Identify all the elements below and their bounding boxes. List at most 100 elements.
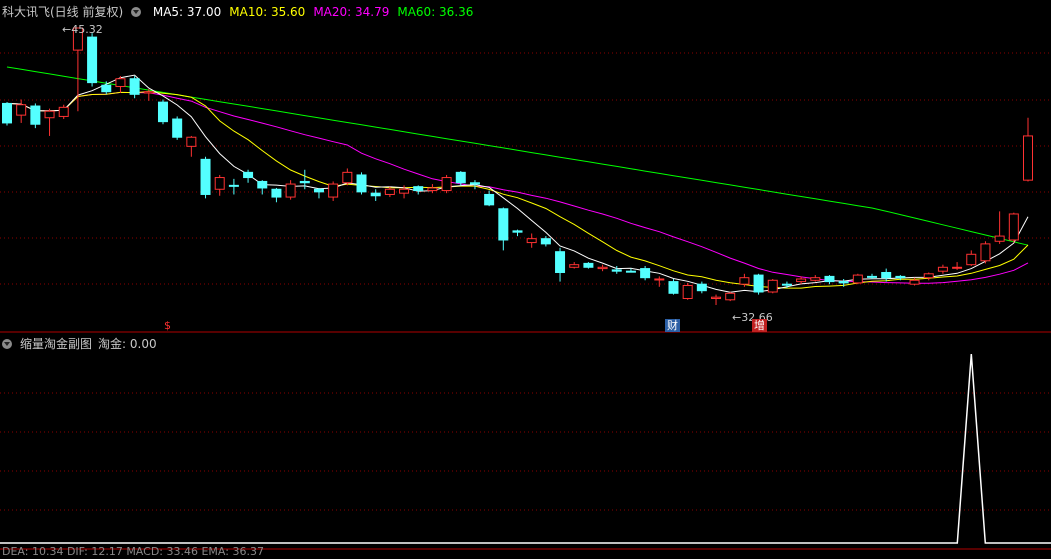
candle	[313, 187, 324, 199]
dropdown-circle-icon[interactable]	[2, 339, 12, 349]
candle	[852, 273, 863, 285]
bottom-indicator-strip: DEA: 10.34 DIF: 12.17 MACD: 33.46 EMA: 3…	[2, 545, 272, 559]
candle-body	[370, 192, 381, 197]
candle-body	[87, 36, 98, 84]
candle-body	[441, 177, 452, 192]
high-price-label: ←45.32	[62, 23, 103, 36]
candle	[810, 275, 821, 282]
candle-body	[526, 238, 537, 244]
candle	[157, 99, 168, 125]
candle	[498, 207, 509, 251]
candle-body	[796, 278, 807, 283]
candle	[455, 171, 466, 186]
candle	[271, 187, 282, 203]
candle-body	[1023, 135, 1033, 181]
candle	[1008, 212, 1019, 243]
ma-legend-items: MA5: 37.00 MA10: 35.60 MA20: 34.79 MA60: 36…	[153, 5, 482, 19]
ma-legend-item: MA20: 34.79	[313, 5, 390, 19]
candle-body	[356, 174, 367, 193]
candle-body	[243, 171, 254, 179]
candle	[441, 174, 452, 194]
arrow-left-icon: ←	[62, 23, 72, 36]
candle-body	[129, 78, 140, 95]
candle-body	[682, 284, 693, 299]
candle	[597, 264, 608, 272]
candle	[753, 273, 764, 295]
candle	[640, 265, 651, 281]
candle-body	[611, 269, 622, 272]
ma-legend-item: MA10: 35.60	[229, 5, 306, 19]
main-legend: 科大讯飞(日线 前复权) MA5: 37.00 MA10: 35.60 MA20: …	[2, 5, 489, 19]
candle	[966, 250, 977, 266]
candle-body	[427, 187, 438, 192]
candle	[172, 116, 183, 140]
candle-body	[342, 171, 353, 184]
candle	[2, 102, 12, 126]
candle	[668, 278, 679, 295]
sub-value: 淘金: 0.00	[98, 337, 157, 351]
ma60-line	[6, 66, 1029, 246]
candle-body	[980, 243, 991, 262]
candle-body	[2, 102, 12, 124]
candle-body	[157, 101, 168, 123]
candle-body	[767, 279, 778, 293]
ma-legend-item: MA60: 36.36	[397, 5, 474, 19]
candle-body	[569, 264, 580, 268]
candle	[214, 174, 225, 196]
candle-body	[881, 271, 892, 279]
candle-body	[228, 184, 239, 187]
dropdown-circle-icon[interactable]	[131, 7, 142, 17]
candle	[342, 168, 353, 186]
candle-body	[44, 110, 55, 119]
candle	[200, 156, 211, 199]
event-tag-financial[interactable]: 财	[665, 319, 680, 332]
candle-body	[867, 275, 878, 278]
ma-legend-item: MA5: 37.00	[152, 5, 222, 19]
candle	[682, 282, 693, 300]
candle	[569, 262, 580, 269]
candle-body	[313, 188, 324, 193]
candle	[427, 184, 438, 194]
chart-canvas[interactable]	[0, 0, 1051, 552]
candle-body	[30, 105, 41, 125]
candle	[16, 99, 27, 123]
candle	[328, 181, 339, 201]
sub-legend: 缩量淘金副图 淘金: 0.00	[2, 337, 165, 351]
candle-body	[455, 171, 466, 184]
candle-body	[654, 278, 665, 281]
candle	[228, 178, 239, 195]
candle-body	[498, 208, 509, 241]
candle-body	[214, 177, 225, 190]
candle-body	[271, 188, 282, 198]
candle-body	[172, 118, 183, 138]
candlestick-series[interactable]	[2, 27, 1033, 305]
high-price-value: 45.32	[71, 23, 103, 36]
candle-body	[725, 292, 736, 301]
candle	[243, 169, 254, 183]
candle	[257, 180, 268, 195]
candle	[356, 172, 367, 195]
candle	[526, 233, 537, 248]
candle	[583, 262, 594, 269]
candle	[285, 180, 296, 200]
candle-body	[852, 274, 863, 284]
taojin-line	[0, 353, 1051, 544]
event-tag-increase[interactable]: 增	[752, 319, 767, 332]
candle-body	[186, 136, 197, 147]
candle	[540, 236, 551, 247]
candle-body	[824, 275, 835, 283]
candle-body	[739, 277, 750, 285]
candle-body	[512, 230, 523, 233]
candle-body	[937, 266, 948, 272]
candle-body	[384, 188, 395, 195]
candle-body	[640, 268, 651, 279]
candle-body	[1008, 213, 1019, 241]
candle	[654, 276, 665, 287]
candle	[58, 104, 69, 120]
event-tag-dividend[interactable]: $	[162, 319, 173, 332]
candle	[87, 33, 98, 87]
sub-title: 缩量淘金副图	[20, 337, 93, 351]
candle-body	[781, 283, 792, 286]
candle-body	[16, 104, 27, 116]
candle-body	[257, 180, 268, 189]
